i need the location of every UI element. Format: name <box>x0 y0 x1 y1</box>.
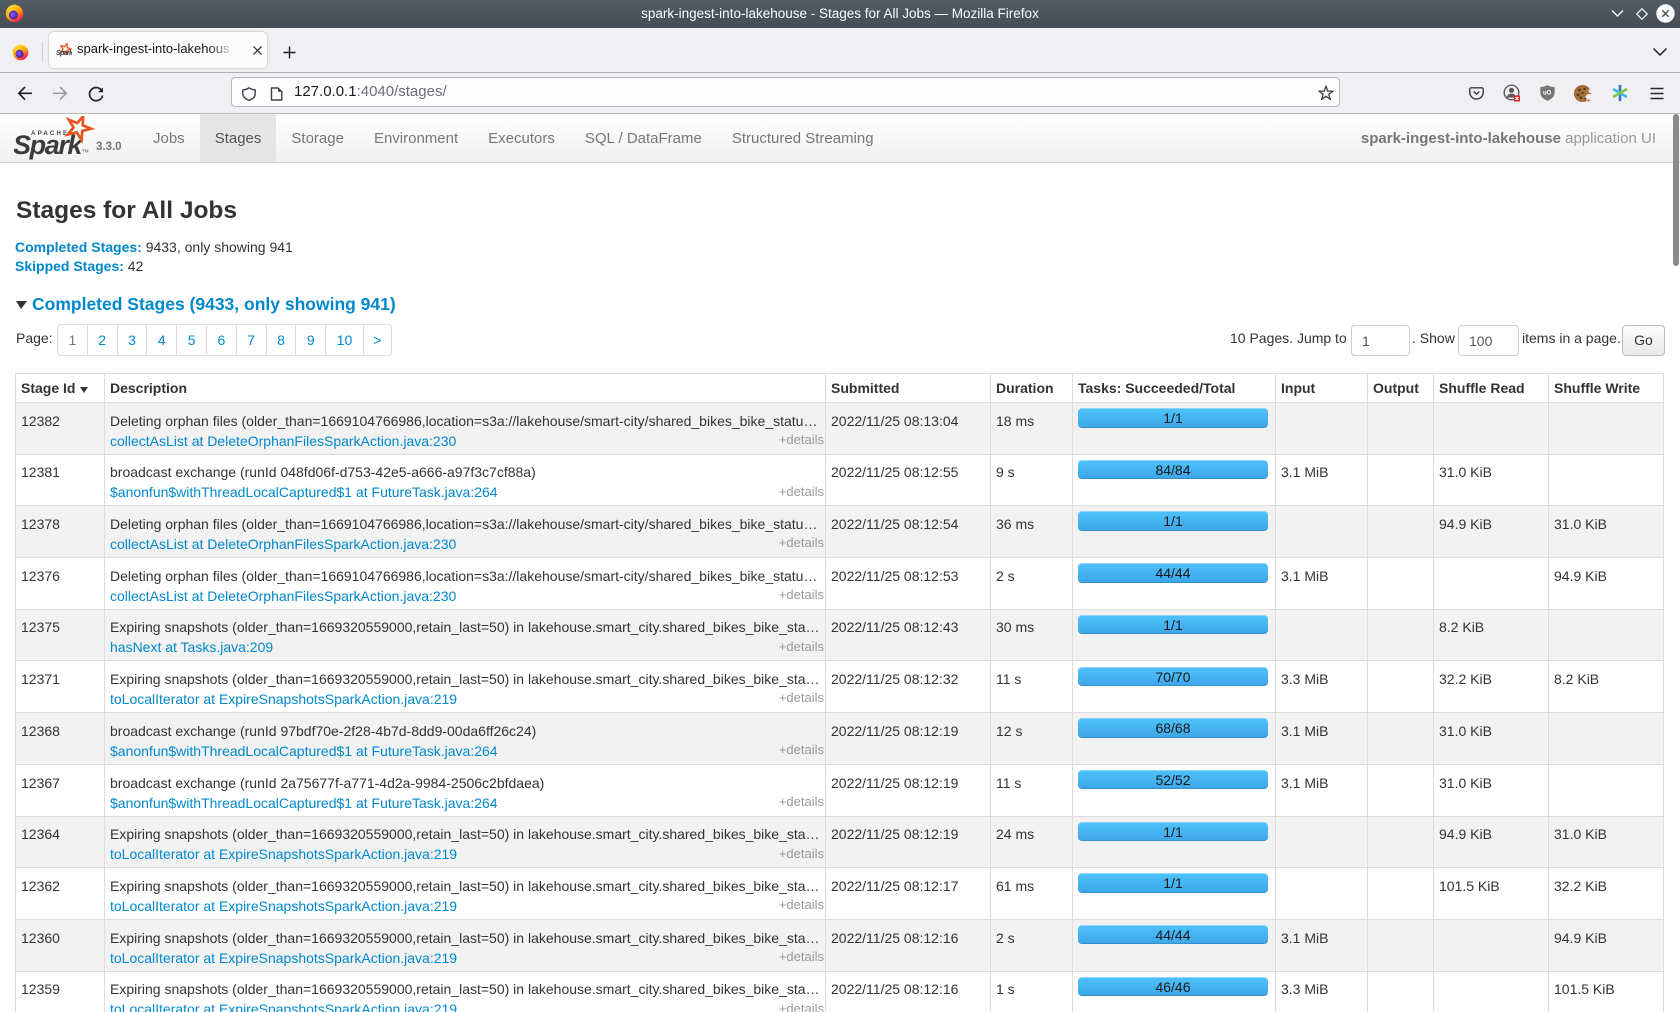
svg-text:TM: TM <box>82 149 89 154</box>
svg-text:uO: uO <box>1543 91 1552 97</box>
svg-text:Spark: Spark <box>56 50 72 57</box>
svg-text:Spark: Spark <box>14 130 84 160</box>
